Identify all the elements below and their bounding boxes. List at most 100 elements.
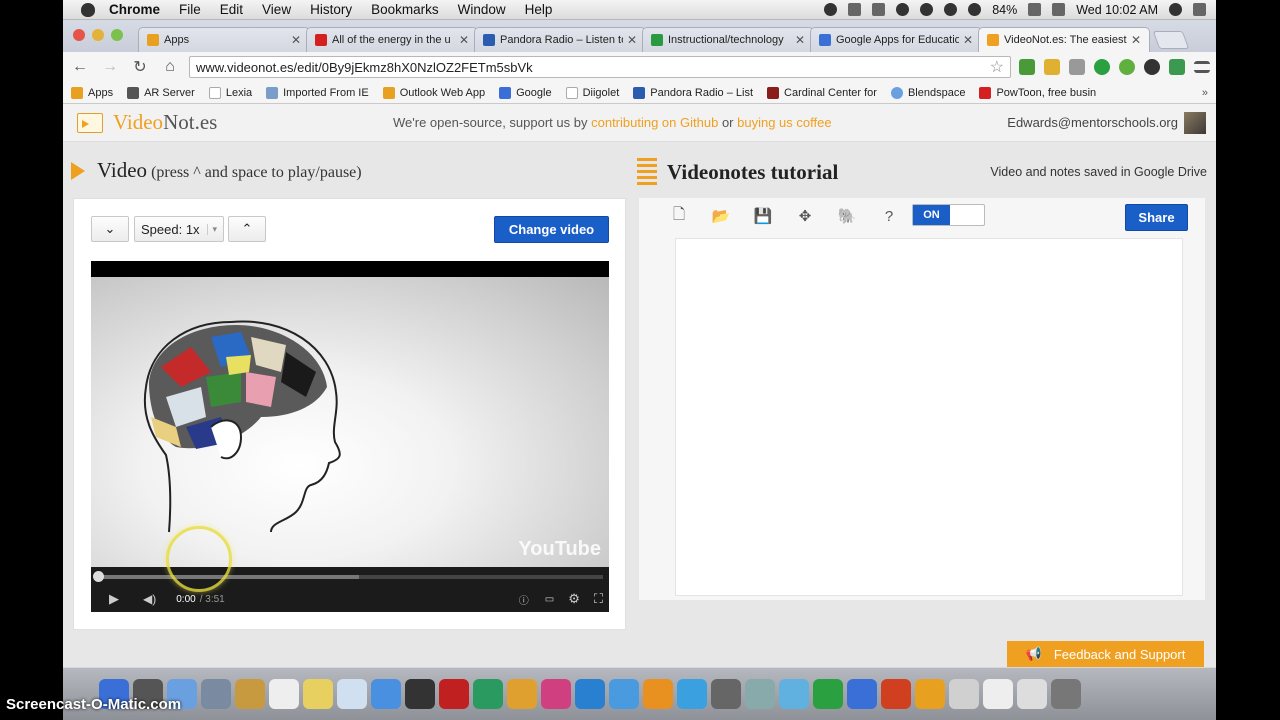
dock-app-icon[interactable] bbox=[439, 679, 469, 709]
airplay-icon[interactable] bbox=[872, 3, 886, 16]
sync-toggle[interactable]: ON bbox=[912, 204, 985, 226]
dock-app-icon[interactable] bbox=[677, 679, 707, 709]
dock-app-icon[interactable] bbox=[337, 679, 367, 709]
dock-app-icon[interactable] bbox=[745, 679, 775, 709]
tab-videonotes[interactable]: VideoNot.es: The easiest ✕ bbox=[978, 27, 1150, 52]
dock-app-icon[interactable] bbox=[1017, 679, 1047, 709]
menu-help[interactable]: Help bbox=[525, 2, 553, 17]
youtube-logo[interactable]: YouTube bbox=[518, 538, 601, 561]
bluetooth-icon[interactable] bbox=[944, 3, 958, 16]
dock-app-icon[interactable] bbox=[813, 679, 843, 709]
dock-app-icon[interactable] bbox=[983, 679, 1013, 709]
tab-close-icon[interactable]: ✕ bbox=[627, 33, 637, 47]
dock-app-icon[interactable] bbox=[235, 679, 265, 709]
bookmark-imported[interactable]: Imported From IE bbox=[266, 86, 369, 99]
tab-apps[interactable]: Apps ✕ bbox=[138, 27, 310, 52]
menu-history[interactable]: History bbox=[310, 2, 352, 17]
screencast-ext-icon[interactable] bbox=[1044, 59, 1060, 75]
expand-up-button[interactable]: ⌃ bbox=[228, 216, 266, 242]
dock-app-icon[interactable] bbox=[473, 679, 503, 709]
tab-google-apps[interactable]: Google Apps for Educatio ✕ bbox=[810, 27, 982, 52]
zoom-window-icon[interactable] bbox=[111, 29, 123, 41]
flag-icon[interactable] bbox=[1052, 3, 1066, 16]
speed-select[interactable]: Speed: 1x ▾ bbox=[134, 216, 224, 242]
record-icon[interactable] bbox=[824, 3, 838, 16]
dock-app-icon[interactable] bbox=[201, 679, 231, 709]
home-icon[interactable]: ⌂ bbox=[159, 58, 181, 76]
evernote-ext-icon[interactable] bbox=[1019, 59, 1035, 75]
captions-icon[interactable]: ▭ bbox=[545, 594, 554, 605]
notes-title[interactable]: Videonotes tutorial bbox=[667, 160, 838, 185]
new-file-icon[interactable]: 🗋 bbox=[669, 204, 689, 229]
collapse-down-button[interactable]: ⌄ bbox=[91, 216, 129, 242]
close-window-icon[interactable] bbox=[73, 29, 85, 41]
bookmark-lexia[interactable]: Lexia bbox=[208, 86, 252, 99]
info-icon[interactable]: ⓘ bbox=[519, 592, 529, 607]
time-machine-icon[interactable] bbox=[896, 3, 910, 16]
cloud-ext-icon[interactable] bbox=[1119, 59, 1135, 75]
minimize-window-icon[interactable] bbox=[92, 29, 104, 41]
tab-close-icon[interactable]: ✕ bbox=[963, 33, 973, 47]
bookmark-pandora[interactable]: Pandora Radio – List bbox=[633, 86, 753, 99]
volume-icon[interactable] bbox=[920, 3, 934, 16]
bookmark-blendspace[interactable]: Blendspace bbox=[890, 86, 965, 99]
coffee-link[interactable]: buying us coffee bbox=[737, 115, 831, 130]
tab-drive[interactable]: Instructional/technology ✕ bbox=[642, 27, 814, 52]
leaf-ext-icon[interactable] bbox=[1094, 59, 1110, 75]
share-button[interactable]: Share bbox=[1125, 204, 1188, 231]
capture-icon[interactable] bbox=[848, 3, 862, 16]
dock-app-icon[interactable] bbox=[303, 679, 333, 709]
dock-app-icon[interactable] bbox=[949, 679, 979, 709]
menu-window[interactable]: Window bbox=[458, 2, 506, 17]
onedrive-ext-icon[interactable] bbox=[1144, 59, 1160, 75]
tab-youtube[interactable]: All of the energy in the u ✕ bbox=[306, 27, 478, 52]
tab-close-icon[interactable]: ✕ bbox=[459, 33, 469, 47]
dock-app-icon[interactable] bbox=[1051, 679, 1081, 709]
menu-app-name[interactable]: Chrome bbox=[109, 2, 160, 17]
evernote-icon[interactable]: 🐘 bbox=[837, 207, 857, 225]
bookmark-ar-server[interactable]: AR Server bbox=[127, 86, 195, 99]
menu-file[interactable]: File bbox=[179, 2, 201, 17]
spotlight-icon[interactable] bbox=[1169, 3, 1182, 16]
feedback-button[interactable]: 📢 Feedback and Support bbox=[1007, 641, 1204, 667]
notification-center-icon[interactable] bbox=[1193, 3, 1206, 16]
sync-crosshair-icon[interactable]: ✥ bbox=[795, 207, 815, 225]
github-link[interactable]: contributing on Github bbox=[591, 115, 718, 130]
drive-ext-icon[interactable] bbox=[1169, 59, 1185, 75]
battery-percent[interactable]: 84% bbox=[992, 3, 1017, 17]
dock-app-icon[interactable] bbox=[609, 679, 639, 709]
tab-close-icon[interactable]: ✕ bbox=[795, 33, 805, 47]
back-icon[interactable]: ← bbox=[69, 58, 91, 76]
bookmark-cardinal[interactable]: Cardinal Center for bbox=[767, 86, 877, 99]
tab-close-icon[interactable]: ✕ bbox=[1131, 33, 1141, 47]
bookmark-diigolet[interactable]: Diigolet bbox=[565, 86, 619, 99]
change-video-button[interactable]: Change video bbox=[494, 216, 609, 243]
tab-pandora[interactable]: Pandora Radio – Listen to ✕ bbox=[474, 27, 646, 52]
help-icon[interactable]: ? bbox=[879, 208, 899, 225]
settings-gear-icon[interactable]: ⚙ bbox=[568, 591, 580, 607]
notes-textarea[interactable] bbox=[675, 238, 1183, 596]
dock-app-icon[interactable] bbox=[915, 679, 945, 709]
video-frame[interactable]: YouTube bbox=[91, 277, 609, 567]
wifi-icon[interactable] bbox=[968, 3, 982, 16]
dock-app-icon[interactable] bbox=[643, 679, 673, 709]
dock-app-icon[interactable] bbox=[575, 679, 605, 709]
dock-app-icon[interactable] bbox=[269, 679, 299, 709]
bookmark-apps[interactable]: Apps bbox=[71, 86, 113, 99]
open-folder-icon[interactable]: 📂 bbox=[711, 207, 731, 225]
more-bookmarks-icon[interactable]: » bbox=[1202, 87, 1216, 99]
play-icon[interactable]: ▶ bbox=[109, 591, 119, 607]
dock-app-icon[interactable] bbox=[779, 679, 809, 709]
bookmark-star-icon[interactable]: ☆ bbox=[990, 57, 1004, 77]
address-bar[interactable]: www.videonot.es/edit/0By9jEkmz8hX0NzlOZ2… bbox=[63, 56, 1011, 118]
reload-icon[interactable]: ↻ bbox=[129, 57, 151, 77]
bookmark-google[interactable]: Google bbox=[499, 86, 552, 99]
battery-icon[interactable] bbox=[1028, 3, 1042, 16]
user-account[interactable]: Edwards@mentorschools.org bbox=[1007, 111, 1206, 134]
dock-app-icon[interactable] bbox=[711, 679, 741, 709]
forward-icon[interactable]: → bbox=[99, 58, 121, 76]
bookmark-powtoon[interactable]: PowToon, free busin bbox=[979, 86, 1096, 99]
speaker-ext-icon[interactable] bbox=[1069, 59, 1085, 75]
clock[interactable]: Wed 10:02 AM bbox=[1076, 3, 1158, 17]
dock-app-icon[interactable] bbox=[507, 679, 537, 709]
